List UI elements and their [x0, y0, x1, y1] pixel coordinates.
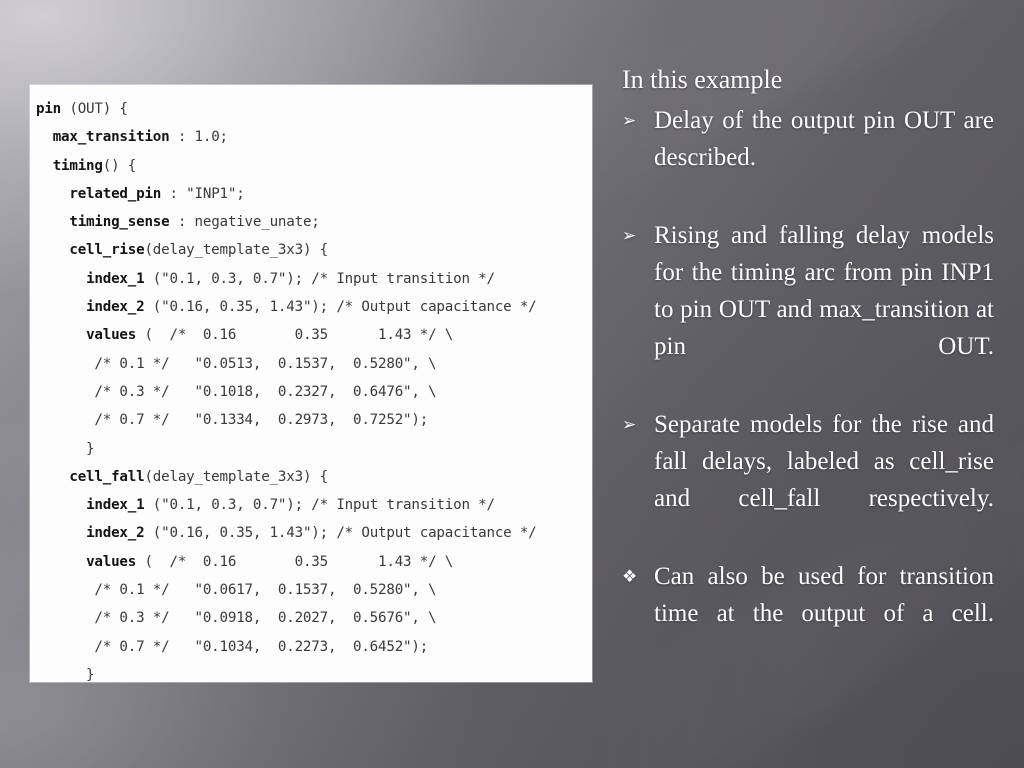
code-line: /* 0.3 */ "0.0918, 0.2027, 0.5676", \	[36, 610, 437, 627]
code-line: /* 0.3 */ "0.1018, 0.2327, 0.6476", \	[36, 383, 437, 400]
code-line: index_2 ("0.16, 0.35, 1.43"); /* Output …	[86, 525, 537, 542]
bullet-text: Separate models for the rise and fall de…	[654, 411, 994, 512]
bullet-text: Rising and falling delay models for the …	[654, 222, 994, 360]
arrow-bullet-icon: ➢	[622, 111, 637, 130]
code-line: index_1 ("0.1, 0.3, 0.7"); /* Input tran…	[86, 270, 495, 287]
code-line: related_pin : "INP1";	[69, 185, 245, 202]
bullet-item: ➢ Rising and falling delay models for the…	[612, 217, 994, 402]
code-line: index_2 ("0.16, 0.35, 1.43"); /* Output …	[86, 299, 537, 316]
code-line: values ( /* 0.16 0.35 1.43 */ \	[86, 553, 454, 570]
liberty-code-listing: pin (OUT) { max_transition : 1.0; timing…	[30, 85, 592, 682]
code-line: }	[36, 440, 95, 457]
code-line: /* 0.1 */ "0.0513, 0.1537, 0.5280", \	[36, 355, 437, 372]
code-line: index_1 ("0.1, 0.3, 0.7"); /* Input tran…	[86, 497, 495, 514]
code-line: values ( /* 0.16 0.35 1.43 */ \	[86, 327, 454, 344]
code-line: /* 0.1 */ "0.0617, 0.1537, 0.5280", \	[36, 582, 437, 599]
arrow-bullet-icon: ➢	[622, 226, 637, 245]
arrow-bullet-icon: ➢	[622, 415, 637, 434]
bullet-item: ➢ Delay of the output pin OUT are describ…	[612, 102, 994, 213]
page-title: In this example	[622, 65, 783, 94]
code-line: /* 0.7 */ "0.1334, 0.2973, 0.7252");	[36, 412, 429, 429]
bullet-list: ➢ Delay of the output pin OUT are describ…	[612, 102, 994, 669]
diamond-bullet-icon: ❖	[622, 567, 638, 586]
bullet-item: ❖ Can also be used for transition time at…	[612, 558, 994, 669]
bullet-item: ➢ Separate models for the rise and fall d…	[612, 406, 994, 554]
code-line: timing_sense : negative_unate;	[69, 214, 320, 231]
code-listing-panel: pin (OUT) { max_transition : 1.0; timing…	[30, 85, 592, 682]
code-line: }	[36, 666, 95, 682]
code-line: max_transition : 1.0;	[52, 129, 228, 146]
code-line: cell_fall(delay_template_3x3) {	[69, 468, 328, 485]
bullet-text: Can also be used for transition time at …	[654, 563, 994, 627]
code-line: cell_rise(delay_template_3x3) {	[69, 242, 328, 259]
bullet-text: Delay of the output pin OUT are describe…	[654, 107, 994, 171]
code-line: pin (OUT) {	[36, 101, 128, 117]
slide-canvas: pin (OUT) { max_transition : 1.0; timing…	[0, 0, 1024, 768]
explanation-text-panel: In this example ➢ Delay of the output pin…	[612, 64, 994, 673]
code-line: timing() {	[52, 157, 137, 174]
code-line: /* 0.7 */ "0.1034, 0.2273, 0.6452");	[36, 638, 429, 655]
